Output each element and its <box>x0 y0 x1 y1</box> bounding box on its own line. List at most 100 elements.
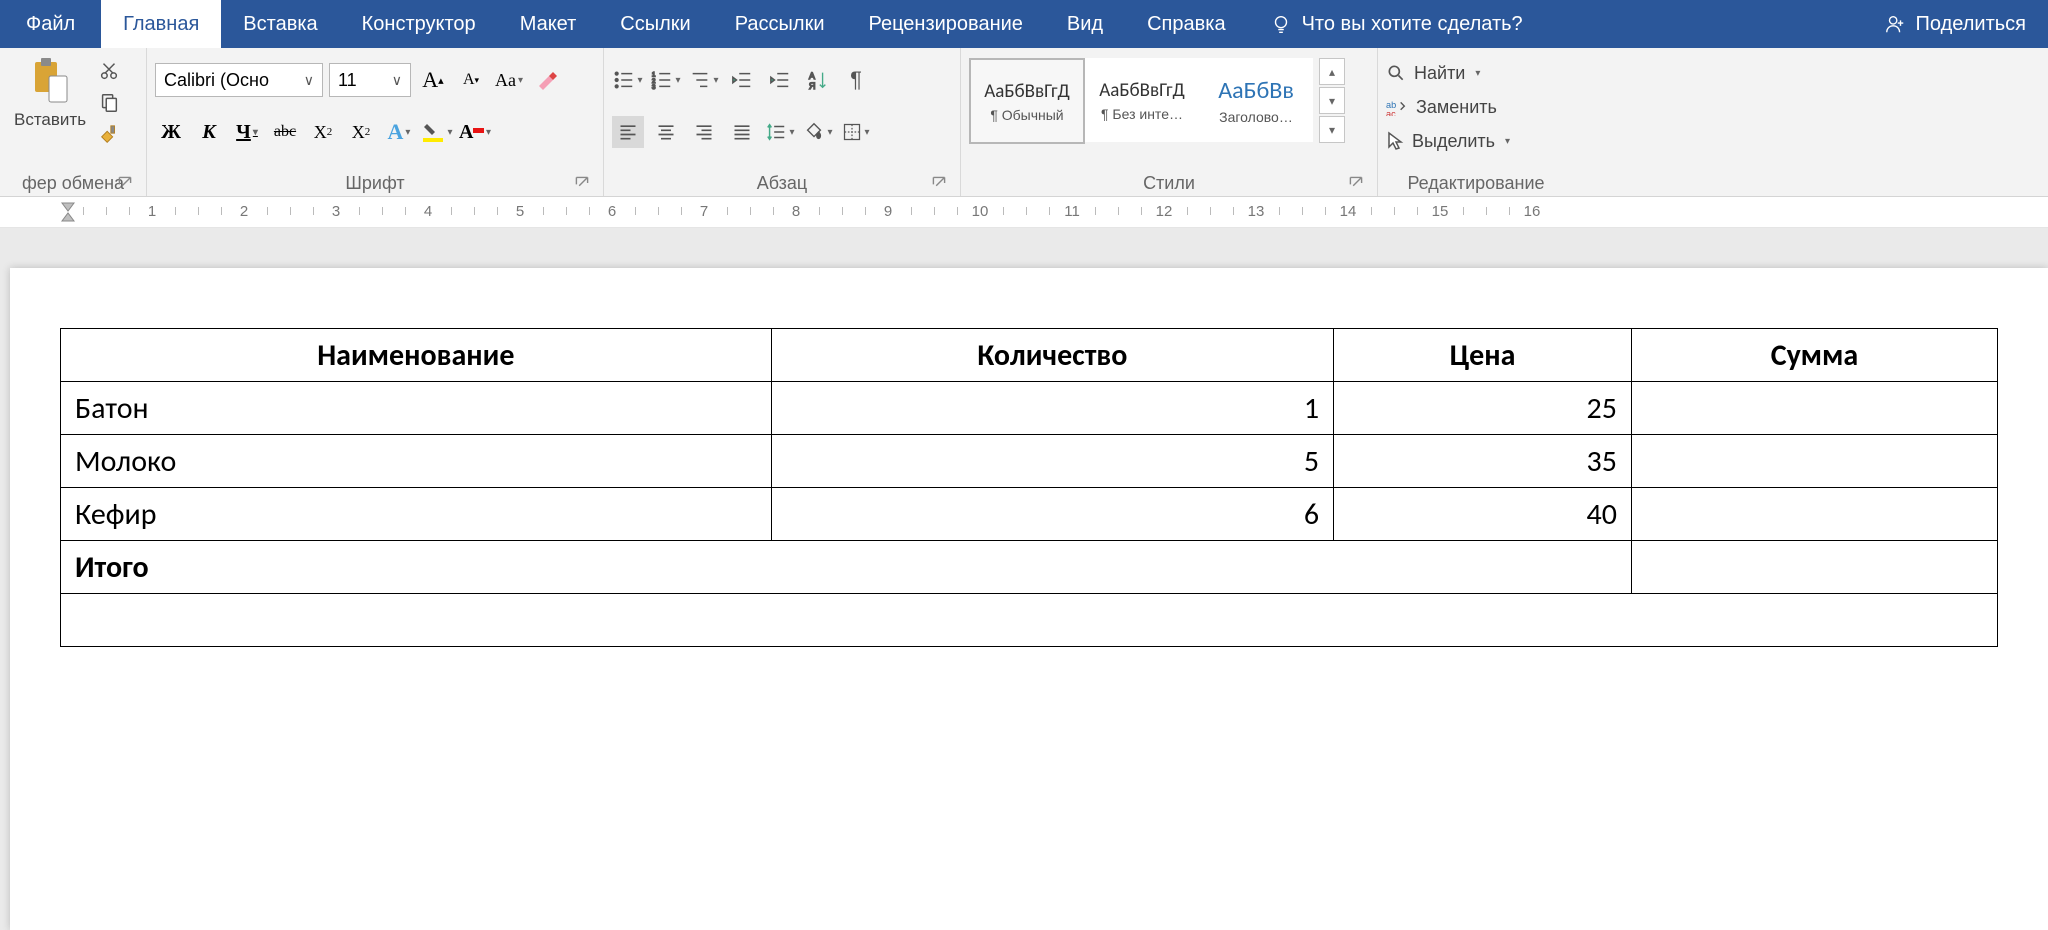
paragraph-launcher-icon[interactable] <box>932 176 948 192</box>
styles-scroll-down[interactable]: ▾ <box>1319 87 1345 114</box>
indent-marker-icon[interactable] <box>60 197 80 227</box>
tab-layout[interactable]: Макет <box>498 0 599 48</box>
style-name: ¶ Без инте… <box>1101 106 1183 122</box>
styles-launcher-icon[interactable] <box>1349 176 1365 192</box>
cell-name[interactable]: Молоко <box>61 435 772 488</box>
cut-icon[interactable] <box>96 58 122 84</box>
share-button[interactable]: Поделиться <box>1862 0 2048 48</box>
ruler-mark: 13 <box>1248 203 1265 220</box>
copy-icon[interactable] <box>96 90 122 116</box>
strikethrough-button[interactable]: abc <box>269 116 301 148</box>
tab-references[interactable]: Ссылки <box>598 0 712 48</box>
font-color-button[interactable]: A▾ <box>459 116 491 148</box>
subscript-button[interactable]: X2 <box>307 116 339 148</box>
cell-empty[interactable] <box>61 594 1998 647</box>
cell-price[interactable]: 25 <box>1334 382 1632 435</box>
select-button[interactable]: Выделить▾ <box>1386 124 1510 158</box>
replace-button[interactable]: abac Заменить <box>1386 90 1497 124</box>
table-row[interactable]: Молоко535 <box>61 435 1998 488</box>
font-launcher-icon[interactable] <box>575 176 591 192</box>
data-table[interactable]: Наименование Количество Цена Сумма Батон… <box>60 328 1998 647</box>
shrink-font-button[interactable]: A▾ <box>455 64 487 96</box>
ruler[interactable]: 12345678910111213141516 <box>0 197 2048 229</box>
ruler-mark: 14 <box>1340 203 1357 220</box>
bullets-button[interactable]: ▾ <box>612 64 644 96</box>
font-name-select[interactable]: Calibri (Осно ∨ <box>155 63 323 97</box>
cell-qty[interactable]: 5 <box>771 435 1333 488</box>
svg-text:A: A <box>809 71 816 81</box>
tab-insert[interactable]: Вставка <box>221 0 339 48</box>
style-normal[interactable]: АаБбВвГгД ¶ Обычный <box>969 58 1085 144</box>
text-effects-button[interactable]: A▾ <box>383 116 415 148</box>
cell-sum[interactable] <box>1631 488 1997 541</box>
align-center-button[interactable] <box>650 116 682 148</box>
ribbon: Вставить фер обмена Calibri (Осно ∨ 11 ∨ <box>0 48 2048 197</box>
cell-qty[interactable]: 6 <box>771 488 1333 541</box>
cell-price[interactable]: 40 <box>1334 488 1632 541</box>
bold-button[interactable]: Ж <box>155 116 187 148</box>
italic-button[interactable]: К <box>193 116 225 148</box>
superscript-button[interactable]: X2 <box>345 116 377 148</box>
highlight-button[interactable]: ▾ <box>421 116 453 148</box>
cell-total-sum[interactable] <box>1631 541 1997 594</box>
group-clipboard: Вставить фер обмена <box>0 48 147 196</box>
show-marks-button[interactable]: ¶ <box>840 64 872 96</box>
cell-sum[interactable] <box>1631 435 1997 488</box>
clipboard-launcher-icon[interactable] <box>118 176 134 192</box>
tell-me[interactable]: Что вы хотите сделать? <box>1248 0 1545 48</box>
grow-font-button[interactable]: A▴ <box>417 64 449 96</box>
tab-home[interactable]: Главная <box>101 0 221 48</box>
numbering-button[interactable]: 123▾ <box>650 64 682 96</box>
ruler-mark: 7 <box>700 203 708 220</box>
borders-button[interactable]: ▾ <box>840 116 872 148</box>
paste-button[interactable]: Вставить <box>8 52 92 134</box>
change-case-button[interactable]: Aa▾ <box>493 64 525 96</box>
tab-mailings[interactable]: Рассылки <box>713 0 847 48</box>
group-paragraph: ▾ 123▾ ▾ AЯ ¶ ▾ ▾ ▾ Абзац <box>604 48 961 196</box>
cell-sum[interactable] <box>1631 382 1997 435</box>
table-empty-row[interactable] <box>61 594 1998 647</box>
format-painter-icon[interactable] <box>96 122 122 148</box>
share-label: Поделиться <box>1916 13 2026 36</box>
cell-total-label[interactable]: Итого <box>61 541 1632 594</box>
document-area: Наименование Количество Цена Сумма Батон… <box>0 228 2048 930</box>
tab-review[interactable]: Рецензирование <box>846 0 1044 48</box>
styles-expand[interactable]: ▾ <box>1319 116 1345 143</box>
table-total-row[interactable]: Итого <box>61 541 1998 594</box>
increase-indent-button[interactable] <box>764 64 796 96</box>
align-right-button[interactable] <box>688 116 720 148</box>
tab-help[interactable]: Справка <box>1125 0 1247 48</box>
font-size-select[interactable]: 11 ∨ <box>329 63 411 97</box>
align-left-button[interactable] <box>612 116 644 148</box>
style-no-spacing[interactable]: АаБбВвГгД ¶ Без инте… <box>1085 58 1199 142</box>
underline-button[interactable]: Ч▾ <box>231 116 263 148</box>
table-row[interactable]: Батон125 <box>61 382 1998 435</box>
ruler-mark: 12 <box>1156 203 1173 220</box>
search-icon <box>1386 63 1406 83</box>
cell-price[interactable]: 35 <box>1334 435 1632 488</box>
table-row[interactable]: Кефир640 <box>61 488 1998 541</box>
page[interactable]: Наименование Количество Цена Сумма Батон… <box>10 268 2048 930</box>
decrease-indent-button[interactable] <box>726 64 758 96</box>
justify-button[interactable] <box>726 116 758 148</box>
tell-me-label: Что вы хотите сделать? <box>1302 13 1523 36</box>
cell-name[interactable]: Кефир <box>61 488 772 541</box>
font-name-value: Calibri (Осно <box>164 70 269 91</box>
group-paragraph-label: Абзац <box>757 173 808 194</box>
sort-button[interactable]: AЯ <box>802 64 834 96</box>
line-spacing-button[interactable]: ▾ <box>764 116 796 148</box>
find-button[interactable]: Найти▾ <box>1386 56 1480 90</box>
tab-file[interactable]: Файл <box>0 0 101 48</box>
style-sample: АаБбВвГгД <box>1099 79 1185 102</box>
group-editing-label: Редактирование <box>1407 173 1544 194</box>
shading-button[interactable]: ▾ <box>802 116 834 148</box>
style-heading1[interactable]: АаБбВв Заголово… <box>1199 58 1313 142</box>
multilevel-button[interactable]: ▾ <box>688 64 720 96</box>
styles-scroll-up[interactable]: ▴ <box>1319 58 1345 85</box>
cell-name[interactable]: Батон <box>61 382 772 435</box>
ruler-mark: 15 <box>1432 203 1449 220</box>
tab-design[interactable]: Конструктор <box>340 0 498 48</box>
clear-formatting-button[interactable] <box>531 64 563 96</box>
cell-qty[interactable]: 1 <box>771 382 1333 435</box>
tab-view[interactable]: Вид <box>1045 0 1125 48</box>
